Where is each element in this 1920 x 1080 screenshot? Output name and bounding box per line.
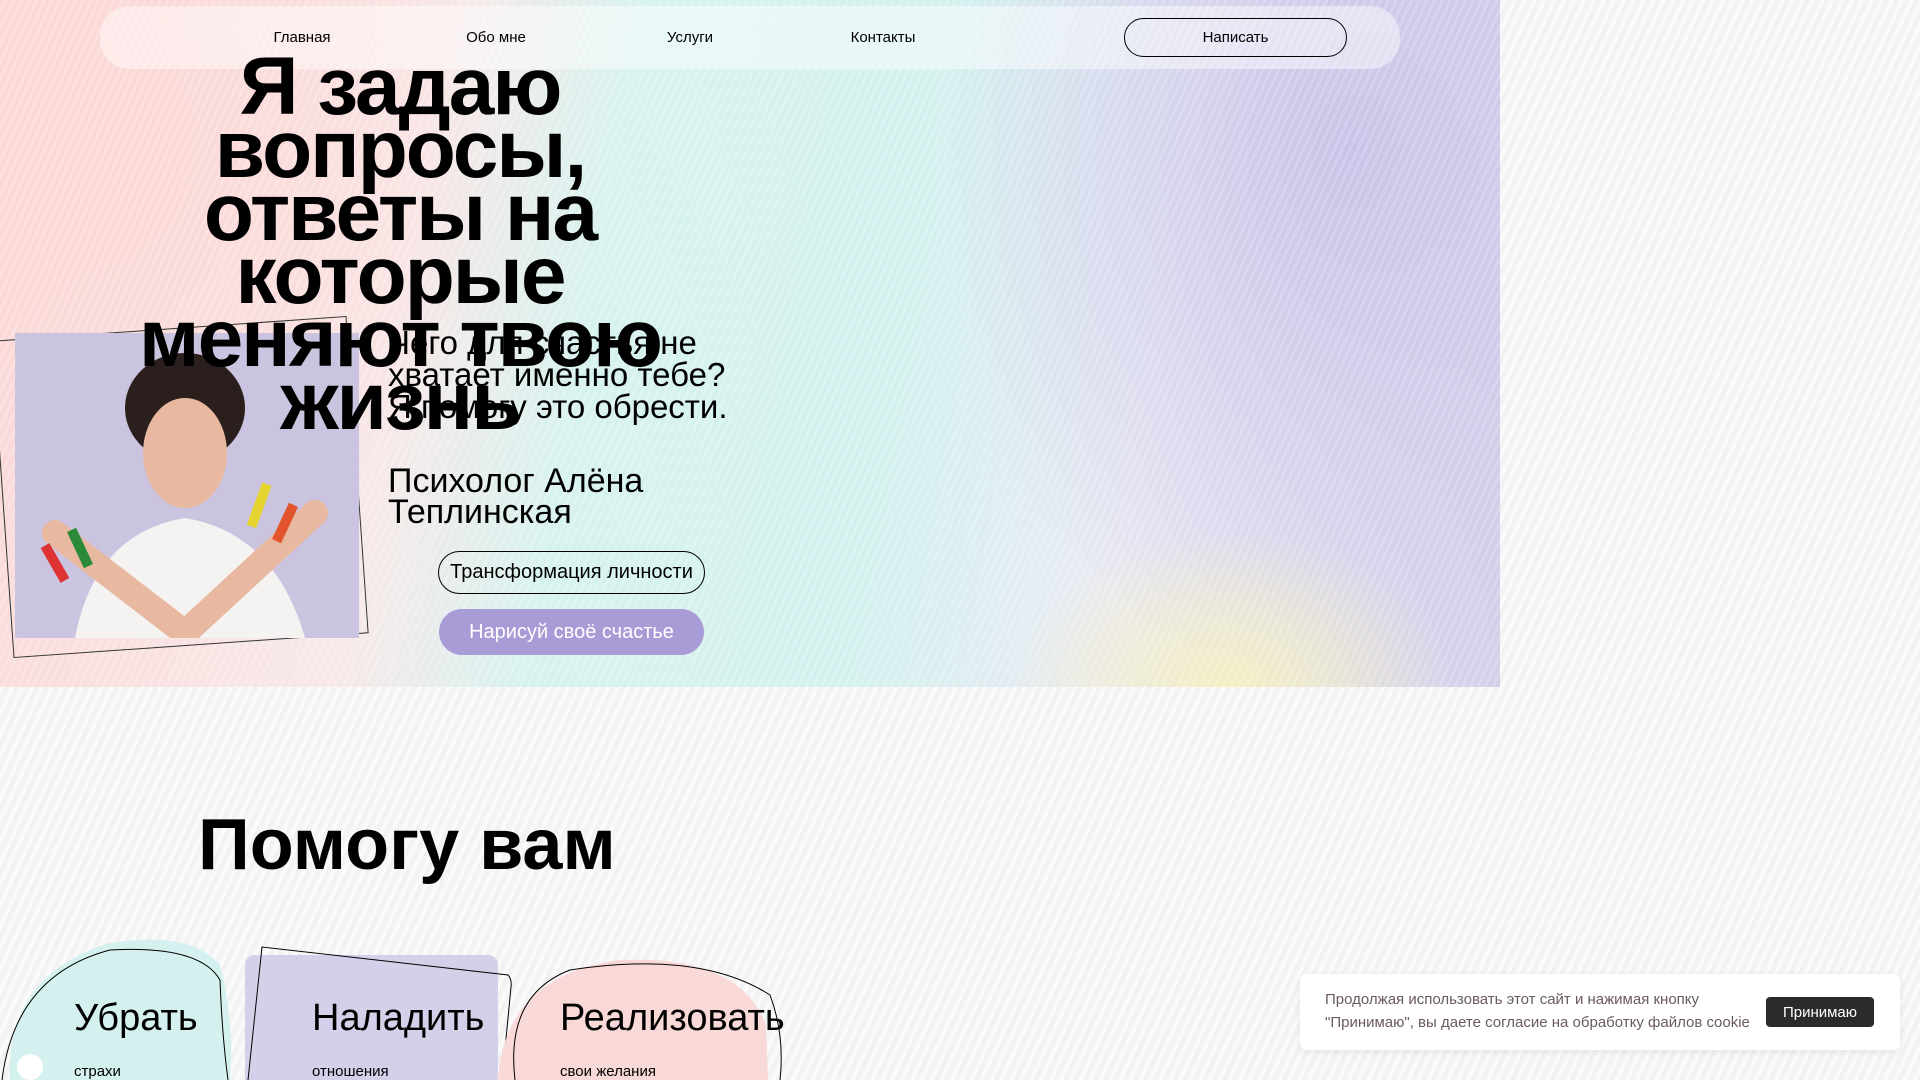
cookie-accept-button[interactable]: Принимаю bbox=[1766, 997, 1874, 1027]
card-subtitle-desires: свои желания bbox=[560, 1063, 656, 1080]
help-title: Помогу вам bbox=[198, 805, 616, 885]
card-subtitle-relations: отношения bbox=[312, 1063, 389, 1080]
nav-contacts[interactable]: Контакты bbox=[851, 6, 916, 69]
draw-happiness-button[interactable]: Нарисуй своё счастье bbox=[439, 609, 704, 655]
cookie-text-line: "Принимаю", вы даете согласие на обработ… bbox=[1325, 1014, 1750, 1031]
write-button[interactable]: Написать bbox=[1124, 18, 1347, 57]
cookie-text: Продолжая использовать этот сайт и нажим… bbox=[1325, 988, 1750, 1034]
transformation-button[interactable]: Трансформация личности bbox=[438, 551, 705, 594]
card-title-remove: Убрать bbox=[74, 997, 198, 1039]
card-subtitle-fears: страхи bbox=[74, 1063, 121, 1080]
cookie-banner: Продолжая использовать этот сайт и нажим… bbox=[1300, 974, 1900, 1050]
card-title-fix: Наладить bbox=[312, 997, 485, 1039]
name-line: Теплинская bbox=[388, 493, 572, 531]
cookie-text-line: Продолжая использовать этот сайт и нажим… bbox=[1325, 991, 1700, 1008]
card-title-realize: Реализовать bbox=[560, 997, 785, 1039]
psychologist-name: Психолог Алёна Теплинская bbox=[388, 464, 643, 531]
hero-headline: Я задаю вопросы, ответы на которые меняю… bbox=[100, 46, 700, 443]
